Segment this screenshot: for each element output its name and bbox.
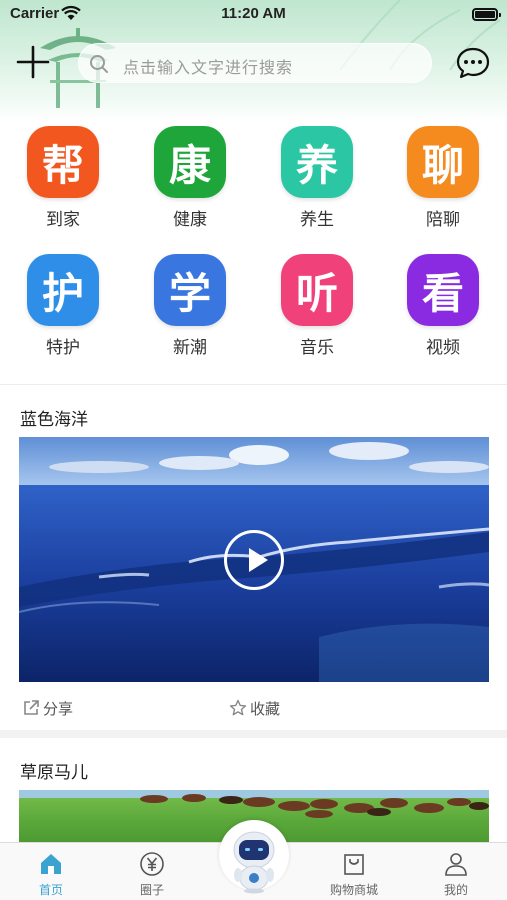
assistant-robot-button[interactable] [219,820,289,898]
status-bar: Carrier 11:20 AM [0,0,507,30]
add-button[interactable] [16,45,50,79]
service-icon: 康 [154,126,226,198]
service-label: 健康 [173,210,207,230]
service-peiliao[interactable]: 聊 陪聊 [398,126,488,246]
post-title: 蓝色海洋 [20,410,88,430]
service-icon: 养 [281,126,353,198]
service-label: 特护 [46,338,80,358]
section-divider [0,384,507,385]
shopping-bag-icon [344,854,364,875]
tab-label: 我的 [443,883,468,897]
header: Carrier 11:20 AM 点击输入文字进行搜索 [0,0,507,122]
star-icon [229,699,247,716]
robot-icon [233,831,275,894]
service-icon: 帮 [27,126,99,198]
service-label: 视频 [426,338,460,358]
share-label: 分享 [43,699,74,718]
service-yinyue[interactable]: 听 音乐 [272,254,362,374]
section-gap [0,730,507,738]
person-icon [445,853,467,876]
status-time: 11:20 AM [221,5,286,22]
search-icon [90,55,108,73]
app-screen: Carrier 11:20 AM 点击输入文字进行搜索 帮 到家 康 健康 养 … [0,0,507,900]
post-title: 草原马儿 [20,763,88,783]
tab-label: 首页 [38,883,63,897]
service-tehu[interactable]: 护 特护 [18,254,108,374]
service-yangsheng[interactable]: 养 养生 [272,126,362,246]
tab-profile[interactable]: 我的 [416,843,496,900]
service-icon: 聊 [407,126,479,198]
service-icon: 看 [407,254,479,326]
tab-label: 圈子 [139,883,164,897]
service-xinchao[interactable]: 学 新潮 [145,254,235,374]
tab-home[interactable]: 首页 [11,843,91,900]
tab-label: 购物商城 [329,883,378,897]
service-label: 养生 [300,210,334,230]
search-placeholder: 点击输入文字进行搜索 [123,58,294,77]
service-daojia[interactable]: 帮 到家 [18,126,108,246]
service-label: 陪聊 [426,210,460,230]
service-grid: 帮 到家 康 健康 养 养生 聊 陪聊 护 特护 学 新潮 听 音乐 看 视频 [0,126,507,376]
tab-shop[interactable]: 购物商城 [314,843,394,900]
service-label: 新潮 [173,338,207,358]
yen-circle-icon [140,852,164,876]
service-icon: 学 [154,254,226,326]
share-icon [24,700,39,715]
service-label: 音乐 [300,338,334,358]
service-label: 到家 [46,210,80,230]
service-icon: 护 [27,254,99,326]
favorite-button[interactable]: 收藏 [229,697,280,719]
message-button[interactable] [455,46,491,80]
tab-circle[interactable]: 圈子 [112,843,192,900]
play-button[interactable] [224,530,284,590]
service-jiankang[interactable]: 康 健康 [145,126,235,246]
share-button[interactable]: 分享 [22,697,73,719]
service-shipin[interactable]: 看 视频 [398,254,488,374]
home-icon [41,854,61,874]
battery-icon [472,8,501,21]
search-input[interactable]: 点击输入文字进行搜索 [78,43,432,83]
service-icon: 听 [281,254,353,326]
favorite-label: 收藏 [250,699,281,718]
